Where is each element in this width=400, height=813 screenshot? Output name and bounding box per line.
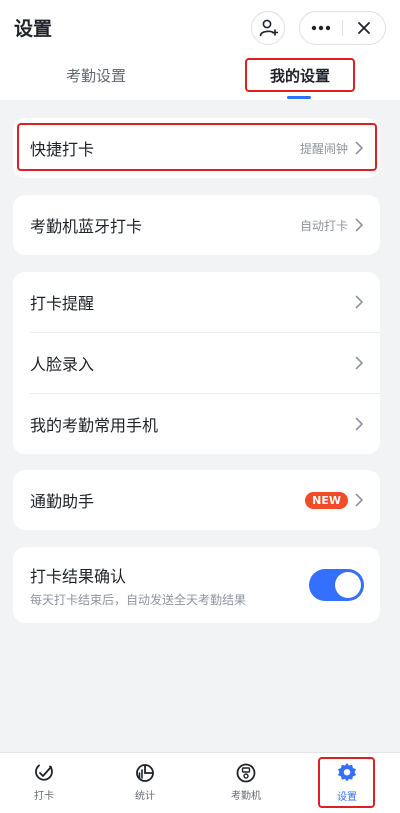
- nav-settings[interactable]: 设置: [317, 753, 377, 811]
- chevron-right-icon: [355, 295, 363, 309]
- active-tab-indicator: [287, 96, 311, 99]
- quick-checkin-hint: 提醒闹钟: [299, 141, 348, 156]
- result-confirm-toggle[interactable]: [309, 569, 364, 601]
- chevron-right-icon: [355, 141, 363, 155]
- nav-attendance-machine-label: 考勤机: [231, 791, 261, 802]
- toggle-knob: [335, 572, 361, 598]
- settings-tabs: 考勤设置 我的设置: [0, 58, 400, 100]
- nav-checkin[interactable]: 打卡: [14, 753, 74, 811]
- chevron-right-icon: [355, 218, 363, 232]
- nav-stats[interactable]: 统计: [115, 753, 175, 811]
- new-badge: NEW: [305, 491, 348, 509]
- commute-card: 通勤助手 NEW: [13, 470, 380, 530]
- result-confirm-label: 打卡结果确认: [30, 566, 127, 586]
- common-phone-row[interactable]: 我的考勤常用手机: [13, 394, 380, 454]
- tab-attendance-settings[interactable]: 考勤设置: [52, 58, 140, 92]
- bottom-nav: 打卡 统计 考勤机 设置: [0, 752, 400, 813]
- confirm-card: 打卡结果确认 每天打卡结束后，自动发送全天考勤结果: [13, 547, 380, 623]
- result-confirm-text: 打卡结果确认 每天打卡结束后，自动发送全天考勤结果: [30, 563, 309, 608]
- reminders-card: 打卡提醒 人脸录入 我的考勤常用手机: [13, 272, 380, 454]
- checkin-reminder-row[interactable]: 打卡提醒: [13, 272, 380, 332]
- more-button[interactable]: [300, 12, 342, 44]
- add-contact-button[interactable]: [251, 11, 285, 45]
- bluetooth-checkin-row[interactable]: 考勤机蓝牙打卡 自动打卡: [13, 195, 380, 255]
- commute-assistant-row[interactable]: 通勤助手 NEW: [13, 470, 380, 530]
- bluetooth-card: 考勤机蓝牙打卡 自动打卡: [13, 195, 380, 255]
- face-enrollment-row[interactable]: 人脸录入: [13, 333, 380, 393]
- chevron-right-icon: [355, 417, 363, 431]
- more-dots-icon: [311, 25, 331, 31]
- mini-app-capsule: [299, 11, 386, 45]
- nav-attendance-machine[interactable]: 考勤机: [216, 753, 276, 811]
- quick-checkin-row[interactable]: 快捷打卡 提醒闹钟: [13, 118, 380, 178]
- gear-icon: [338, 763, 356, 782]
- top-bar: 设置 考勤设置 我的设置: [0, 0, 400, 100]
- chevron-right-icon: [355, 493, 363, 507]
- close-button[interactable]: [343, 12, 385, 44]
- nav-settings-label: 设置: [337, 792, 357, 803]
- face-enrollment-label: 人脸录入: [30, 355, 95, 374]
- result-confirm-description: 每天打卡结束后，自动发送全天考勤结果: [30, 592, 247, 607]
- page-title: 设置: [14, 18, 53, 40]
- nav-stats-label: 统计: [135, 791, 155, 802]
- bluetooth-checkin-label: 考勤机蓝牙打卡: [30, 217, 143, 236]
- checkin-icon: [35, 764, 53, 781]
- chevron-right-icon: [355, 356, 363, 370]
- stats-pie-icon: [136, 764, 154, 782]
- quick-checkin-card: 快捷打卡 提醒闹钟: [13, 118, 380, 178]
- checkin-reminder-label: 打卡提醒: [30, 294, 95, 313]
- person-add-icon: [259, 19, 278, 37]
- bluetooth-checkin-hint: 自动打卡: [299, 218, 348, 233]
- commute-assistant-label: 通勤助手: [30, 492, 95, 511]
- tab-my-settings[interactable]: 我的设置: [245, 58, 355, 92]
- common-phone-label: 我的考勤常用手机: [30, 416, 159, 435]
- quick-checkin-label: 快捷打卡: [30, 140, 95, 159]
- close-icon: [358, 22, 370, 34]
- nav-checkin-label: 打卡: [34, 791, 54, 802]
- attendance-machine-icon: [236, 763, 256, 783]
- result-confirm-row: 打卡结果确认 每天打卡结束后，自动发送全天考勤结果: [13, 547, 380, 623]
